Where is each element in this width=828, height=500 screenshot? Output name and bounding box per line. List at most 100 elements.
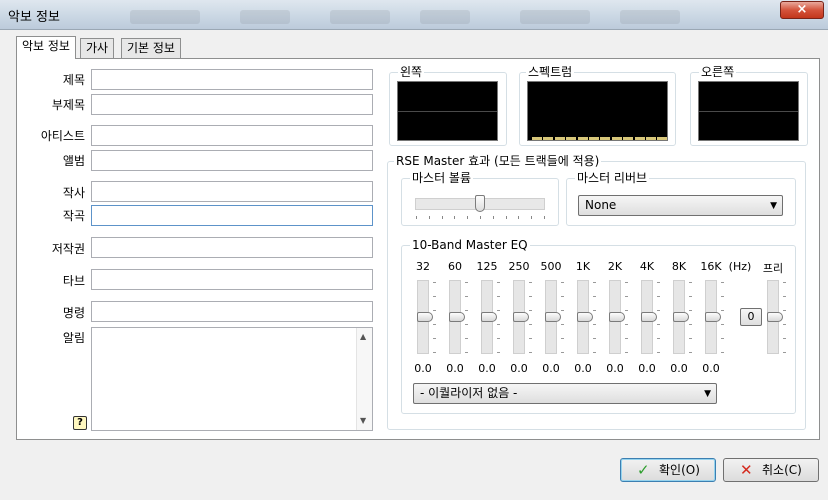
dropdown-arrow-icon: ▼ [770, 201, 777, 211]
lyricist-field[interactable] [91, 181, 373, 202]
lyricist-label: 작사 [62, 186, 85, 200]
cancel-button[interactable]: ✕ 취소(C) [723, 458, 819, 482]
eq-band-slider-thumb[interactable] [705, 312, 721, 322]
eq-band-value: 0.0 [670, 362, 688, 375]
scroll-up-icon[interactable]: ▲ [360, 332, 366, 341]
eq-band-freq: 2K [607, 260, 623, 273]
eq-preset-select[interactable]: - 이퀄라이저 없음 - ▼ [413, 383, 717, 404]
eq-band-slider-thumb[interactable] [513, 312, 529, 322]
spectrum-bar [532, 137, 542, 140]
eq-band-freq: 16K [700, 260, 722, 273]
eq-band-slider-tick [625, 338, 628, 339]
window-title: 악보 정보 [8, 10, 60, 25]
volume-tick [441, 216, 443, 219]
eq-band-slider-thumb[interactable] [545, 312, 561, 322]
eq-band-slider-thumb[interactable] [673, 312, 689, 322]
eq-band-value: 0.0 [574, 362, 592, 375]
eq-band-slider-tick [657, 324, 660, 325]
volume-tick [467, 216, 469, 219]
eq-reset-button[interactable]: 0 [740, 308, 762, 326]
master-volume-thumb[interactable] [475, 195, 485, 212]
eq-band-slider-tick [721, 324, 724, 325]
eq-band-slider-thumb[interactable] [641, 312, 657, 322]
eq-band-slider-tick [593, 296, 596, 297]
eq-band-slider-tick [593, 352, 596, 353]
copyright-label: 저작권 [51, 242, 85, 256]
eq-band-slider-tick [497, 296, 500, 297]
spectrum-bar [543, 137, 554, 140]
scroll-down-icon[interactable]: ▼ [360, 416, 366, 425]
album-field[interactable] [91, 150, 373, 171]
volume-tick [518, 216, 520, 219]
title-field[interactable] [91, 69, 373, 90]
eq-band-slider-tick [657, 352, 660, 353]
master-reverb-group: 마스터 리버브 None ▼ [566, 171, 796, 226]
notice-textarea[interactable]: ▲ ▼ [91, 327, 373, 431]
eq-pre-slider-tick [783, 310, 786, 311]
eq-band-slider-tick [657, 338, 660, 339]
eq-band-slider-tick [497, 324, 500, 325]
eq-pre-slider-tick [783, 324, 786, 325]
volume-tick [454, 216, 456, 219]
reverb-select[interactable]: None ▼ [578, 195, 783, 216]
master-volume-group: 마스터 볼륨 [401, 171, 559, 226]
subtitle-field[interactable] [91, 94, 373, 115]
eq-band-slider-tick [529, 296, 532, 297]
eq-band-slider-tick [433, 296, 436, 297]
eq-band-value: 0.0 [478, 362, 496, 375]
eq-band-slider-tick [657, 310, 660, 311]
ok-label: 확인(O) [659, 463, 700, 477]
eq-band-slider-tick [465, 352, 468, 353]
spectrum-bar [623, 137, 634, 140]
spectrum-bar [646, 137, 656, 140]
eq-band-slider-tick [561, 352, 564, 353]
eq-band-freq: 125 [476, 260, 498, 273]
tab-author-field[interactable] [91, 269, 373, 290]
eq-band-slider-tick [593, 282, 596, 283]
composer-field[interactable] [91, 205, 373, 226]
notice-label: 알림 [62, 331, 85, 345]
cancel-label: 취소(C) [762, 463, 802, 477]
eq-band-slider-thumb[interactable] [609, 312, 625, 322]
close-button[interactable]: × [780, 1, 824, 19]
spectrum-bar [566, 137, 577, 140]
spectrum-group: 스펙트럼 [519, 65, 676, 146]
eq-band-slider-tick [721, 282, 724, 283]
rse-master-label: RSE Master 효과 (모든 트랙들에 적용) [394, 154, 602, 168]
tab-label: 가사 [86, 41, 109, 55]
copyright-field[interactable] [91, 237, 373, 258]
eq-band-slider-tick [561, 310, 564, 311]
notice-scrollbar[interactable]: ▲ ▼ [356, 328, 372, 430]
eq-band-slider-thumb[interactable] [417, 312, 433, 322]
eq-band-slider-tick [593, 310, 596, 311]
eq-band-slider-tick [689, 282, 692, 283]
tab-score-info[interactable]: 악보 정보 [16, 36, 76, 59]
volume-tick [492, 216, 494, 219]
eq-band-slider-thumb[interactable] [481, 312, 497, 322]
eq-band-slider-tick [721, 310, 724, 311]
tab-lyrics[interactable]: 가사 [80, 38, 115, 58]
help-icon[interactable]: ? [73, 416, 87, 430]
check-icon: ✓ [637, 461, 650, 479]
eq-band-slider-tick [625, 310, 628, 311]
volume-tick [505, 216, 507, 219]
eq-pre-slider-tick [783, 296, 786, 297]
eq-band-freq: 4K [639, 260, 655, 273]
dropdown-arrow-icon: ▼ [704, 389, 711, 399]
eq-band-freq: 8K [671, 260, 687, 273]
instructions-field[interactable] [91, 301, 373, 322]
eq-band-slider-thumb[interactable] [449, 312, 465, 322]
eq-band-slider-tick [593, 338, 596, 339]
eq-band-slider-thumb[interactable] [577, 312, 593, 322]
tab-basic-info[interactable]: 기본 정보 [121, 38, 181, 58]
album-label: 앨범 [62, 154, 85, 168]
spectrum-bar [634, 137, 645, 140]
eq-pre-slider-tick [783, 282, 786, 283]
artist-field[interactable] [91, 125, 373, 146]
eq-band-slider-tick [529, 324, 532, 325]
background-blur [620, 10, 680, 24]
eq-band-value: 0.0 [638, 362, 656, 375]
eq-pre-slider-thumb[interactable] [767, 312, 783, 322]
background-blur [240, 10, 290, 24]
ok-button[interactable]: ✓ 확인(O) [620, 458, 716, 482]
